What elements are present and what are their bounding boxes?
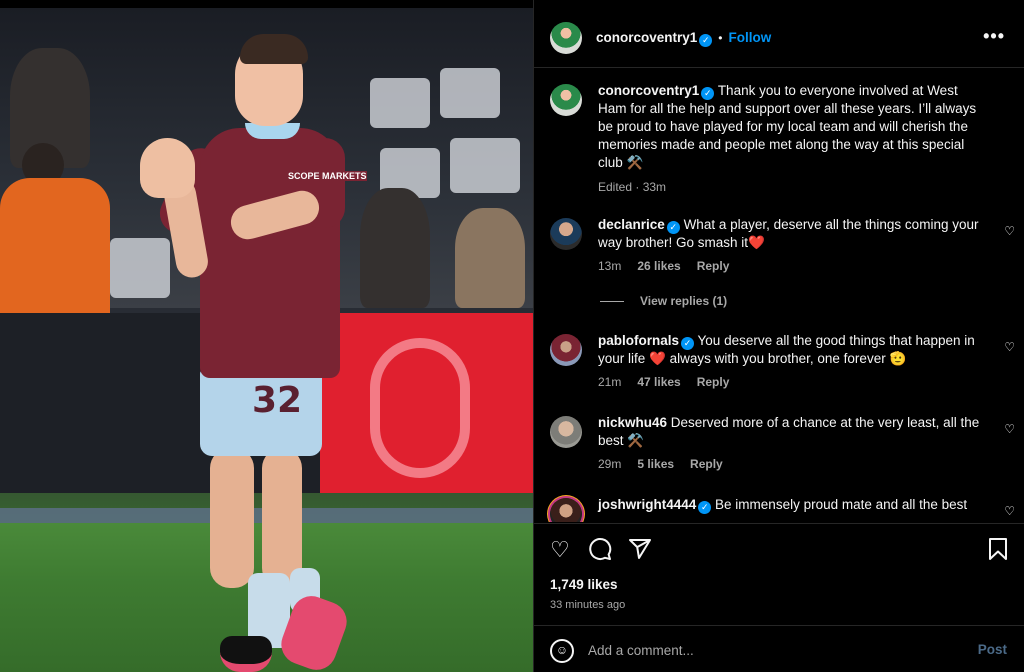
reply-button[interactable]: Reply bbox=[697, 375, 730, 389]
player-boot bbox=[220, 636, 272, 672]
commenter-avatar[interactable] bbox=[550, 218, 582, 250]
author-username[interactable]: conorcoventry1 bbox=[596, 30, 697, 45]
replies-line bbox=[600, 301, 624, 303]
stadium-seat bbox=[370, 78, 430, 128]
player-hair bbox=[240, 34, 308, 64]
comment-body: pablofornals ✓ You deserve all the good t… bbox=[598, 332, 983, 368]
comment-input[interactable] bbox=[588, 639, 948, 661]
post-photo[interactable]: 32 SCOPE MARKETS bbox=[0, 8, 533, 672]
commenter-avatar[interactable] bbox=[550, 416, 582, 448]
verified-badge-icon: ✓ bbox=[666, 221, 680, 234]
comment-username[interactable]: joshwright4444 bbox=[598, 497, 696, 512]
comment-likes[interactable]: 47 likes bbox=[637, 375, 680, 389]
more-options-icon[interactable]: ••• bbox=[983, 26, 1005, 47]
verified-badge-icon: ✓ bbox=[701, 87, 715, 100]
comment-body: nickwhu46 Deserved more of a chance at t… bbox=[598, 414, 983, 450]
caption-body: conorcoventry1 ✓ Thank you to everyone in… bbox=[598, 82, 983, 172]
author-avatar[interactable] bbox=[550, 22, 582, 54]
shorts-number: 32 bbox=[252, 380, 303, 421]
view-replies-label: View replies (1) bbox=[640, 294, 728, 308]
share-icon[interactable] bbox=[628, 537, 652, 566]
caption: conorcoventry1 ✓ Thank you to everyone in… bbox=[550, 82, 1015, 197]
player-hands bbox=[140, 138, 195, 198]
comment-meta: 13m 26 likes Reply bbox=[598, 259, 729, 273]
shirt-sponsor: SCOPE MARKETS bbox=[288, 171, 367, 181]
commenter-avatar[interactable] bbox=[550, 334, 582, 366]
author-row: conorcoventry1 ✓ • Follow bbox=[596, 29, 771, 47]
like-comment-icon[interactable]: ♡ bbox=[1004, 504, 1015, 518]
like-comment-icon[interactable]: ♡ bbox=[1004, 422, 1015, 436]
comment-item: nickwhu46 Deserved more of a chance at t… bbox=[550, 414, 1015, 474]
player-leg bbox=[262, 448, 302, 588]
player-leg bbox=[210, 448, 254, 588]
reply-button[interactable]: Reply bbox=[697, 259, 730, 273]
stadium-seat bbox=[440, 68, 500, 118]
spectator bbox=[360, 188, 430, 308]
likes-count[interactable]: 1,749 likes bbox=[550, 577, 618, 592]
follow-button[interactable]: Follow bbox=[729, 30, 772, 45]
comment-username[interactable]: nickwhu46 bbox=[598, 415, 667, 430]
ad-board-logo bbox=[370, 338, 470, 478]
like-comment-icon[interactable]: ♡ bbox=[1004, 224, 1015, 238]
stadium-seat bbox=[450, 138, 520, 193]
caption-username[interactable]: conorcoventry1 bbox=[598, 83, 699, 98]
comment-time: 21m bbox=[598, 375, 622, 389]
post-header: conorcoventry1 ✓ • Follow ••• bbox=[534, 8, 1024, 68]
comment-username[interactable]: declanrice bbox=[598, 217, 665, 232]
caption-meta: Edited · 33m bbox=[598, 180, 667, 194]
spectator bbox=[455, 208, 525, 308]
view-replies-button[interactable]: View replies (1) bbox=[600, 294, 727, 308]
comment-likes[interactable]: 26 likes bbox=[637, 259, 680, 273]
stadium-seat bbox=[110, 238, 170, 298]
comment-item: declanrice ✓ What a player, deserve all t… bbox=[550, 216, 1015, 276]
comment-item: pablofornals ✓ You deserve all the good t… bbox=[550, 332, 1015, 392]
separator-dot: • bbox=[718, 31, 723, 45]
post-actions: ♡ 1,749 likes 33 minutes ago bbox=[534, 523, 1024, 625]
comment-username[interactable]: pablofornals bbox=[598, 333, 679, 348]
add-comment-bar: ☺ Post bbox=[534, 625, 1024, 672]
verified-badge-icon: ✓ bbox=[681, 337, 695, 350]
verified-badge-icon: ✓ bbox=[698, 501, 712, 514]
comment-text: Be immensely proud mate and all the best bbox=[715, 497, 968, 512]
comment-body: joshwright4444 ✓ Be immensely proud mate … bbox=[598, 496, 983, 514]
emoji-icon[interactable]: ☺ bbox=[550, 639, 574, 663]
comment-meta: 29m 5 likes Reply bbox=[598, 457, 723, 471]
author-avatar[interactable] bbox=[550, 84, 582, 116]
comments-list[interactable]: conorcoventry1 ✓ Thank you to everyone in… bbox=[534, 70, 1024, 522]
reply-button[interactable]: Reply bbox=[690, 457, 723, 471]
verified-badge-icon: ✓ bbox=[699, 34, 713, 47]
like-comment-icon[interactable]: ♡ bbox=[1004, 340, 1015, 354]
commenter-avatar[interactable] bbox=[550, 498, 582, 522]
comment-item: joshwright4444 ✓ Be immensely proud mate … bbox=[550, 496, 1015, 522]
comment-time: 13m bbox=[598, 259, 622, 273]
comment-icon[interactable] bbox=[588, 537, 612, 566]
post-time[interactable]: 33 minutes ago bbox=[550, 599, 625, 611]
bookmark-icon[interactable] bbox=[987, 537, 1009, 566]
heart-icon[interactable]: ♡ bbox=[550, 538, 570, 562]
comment-likes[interactable]: 5 likes bbox=[637, 457, 674, 471]
post-panel: conorcoventry1 ✓ • Follow ••• conorcoventry… bbox=[533, 0, 1024, 672]
post-comment-button[interactable]: Post bbox=[978, 642, 1007, 657]
comment-time: 29m bbox=[598, 457, 622, 471]
comment-body: declanrice ✓ What a player, deserve all t… bbox=[598, 216, 983, 252]
comment-meta: 21m 47 likes Reply bbox=[598, 375, 729, 389]
